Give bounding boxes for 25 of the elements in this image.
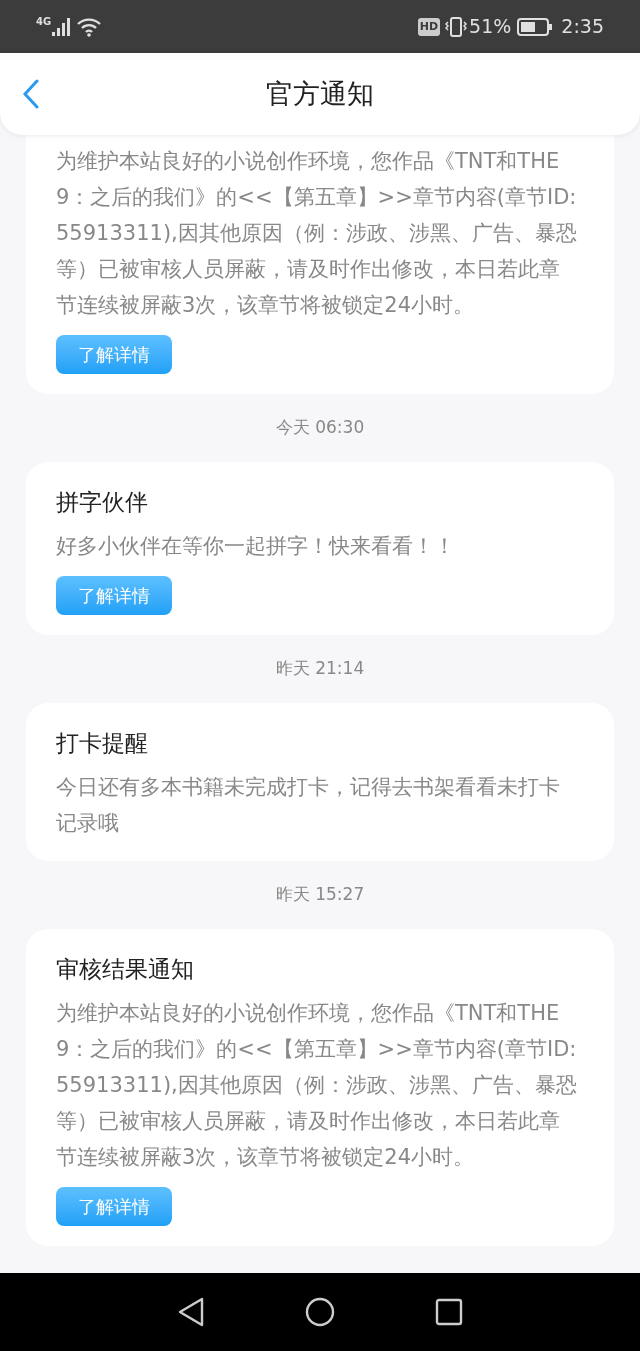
- details-button[interactable]: 了解详情: [56, 576, 172, 615]
- recents-nav-icon[interactable]: [435, 1298, 463, 1326]
- battery-percent: 51%: [469, 14, 512, 40]
- notification-body: 为维护本站良好的小说创作环境，您作品《TNT和THE9：之后的我们》的<<【第五章】>>章节内容(章节ID:55913311),因其他原因（例：涉政、涉黑、广告、暴恐等）已被审核人员屏蔽，请及时作出修改，本日若此章节连续被屏蔽3次，该章节将被锁定24小时。: [56, 148, 578, 319]
- notification-body: 为维护本站良好的小说创作环境，您作品《TNT和THE9：之后的我们》的<<【第五章】>>章节内容(章节ID:55913311),因其他原因（例：涉政、涉黑、广告、暴恐等）已被审核人员屏蔽，请及时作出修改，本日若此章节连续被屏蔽3次，该章节将被锁定24小时。: [56, 1000, 578, 1171]
- notification-title: 审核结果通知: [56, 955, 195, 984]
- timestamp: 今天 06:30: [275, 416, 365, 440]
- hd-badge: HD: [417, 17, 441, 36]
- page-title: 官方通知: [266, 76, 374, 111]
- details-button[interactable]: 了解详情: [56, 1187, 172, 1226]
- wifi-icon: [76, 16, 103, 37]
- notification-body: 今日还有多本书籍未完成打卡，记得去书架看看未打卡记录哦: [56, 774, 561, 837]
- details-button[interactable]: 了解详情: [56, 335, 172, 374]
- notification-title: 打卡提醒: [56, 729, 149, 758]
- notification-title: 拼字伙伴: [56, 488, 149, 517]
- vibrate-icon: [445, 16, 468, 37]
- timestamp: 昨天 21:14: [275, 657, 365, 681]
- clock: 2:35: [561, 14, 604, 40]
- network-type: 4G: [36, 15, 52, 29]
- home-nav-icon[interactable]: [305, 1297, 335, 1327]
- signal-icon: [52, 17, 73, 36]
- back-nav-icon[interactable]: [177, 1297, 205, 1327]
- notification-body: 好多小伙伴在等你一起拼字！快来看看！！: [56, 533, 456, 560]
- battery-icon: [517, 17, 554, 36]
- timestamp: 昨天 15:27: [275, 883, 365, 907]
